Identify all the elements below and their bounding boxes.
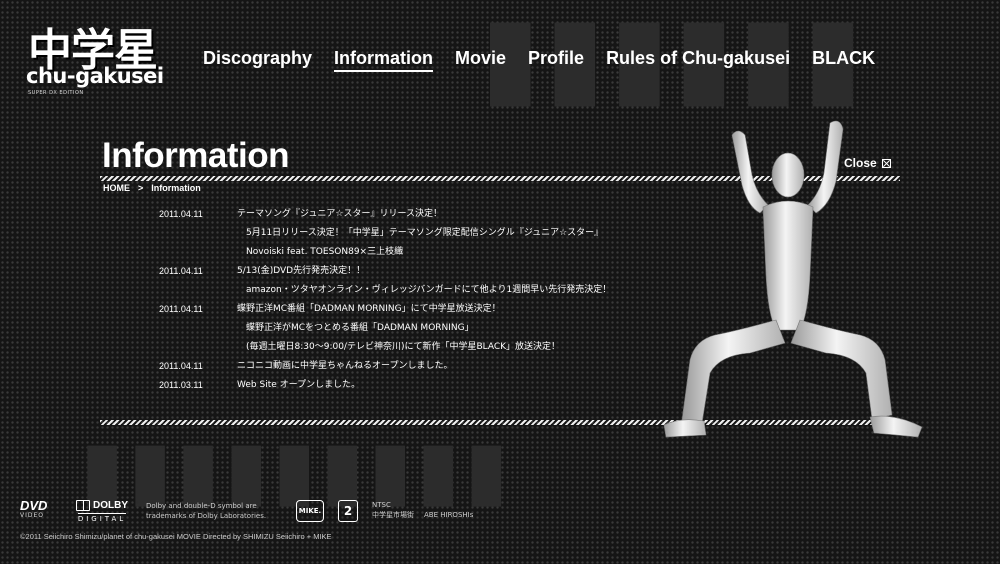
footer-logos: DVD VIDEO DOLBY DIGITAL Dolby and double… <box>20 498 473 523</box>
site-logo[interactable]: 中学星 chu-gakusei SUPER DX EDITION <box>22 14 192 98</box>
news-detail-text: Novoiski feat. TOESON89×三上枝織 <box>246 247 404 257</box>
news-date: 2011.04.11 <box>159 209 203 219</box>
news-detail: (毎週土曜日8:30～9:00/テレビ神奈川)にて新作「中学星BLACK」放送決… <box>159 343 679 352</box>
news-item: 2011.04.11 ニコニコ動画に中学星ちゃんねるオープンしました。 <box>159 362 679 371</box>
news-item: 2011.04.11 テーマソング『ジュニア☆スター』リリース決定！ <box>159 210 679 219</box>
character-figure <box>663 120 923 438</box>
news-detail: 蝶野正洋がMCをつとめる番組「DADMAN MORNING」 <box>159 324 679 333</box>
news-detail: 5月11日リリース決定！「中学星」テーマソング限定配信シングル『ジュニア☆スター… <box>159 229 679 238</box>
news-list: 2011.04.11 テーマソング『ジュニア☆スター』リリース決定！ 5月11日… <box>159 210 679 390</box>
credit-name: ABE HIROSHIs <box>424 511 474 519</box>
mike-badge: MIKE. <box>296 500 324 522</box>
nav-rules[interactable]: Rules of Chu-gakusei <box>606 48 790 72</box>
breadcrumb-separator: > <box>138 183 144 193</box>
news-item: 2011.04.11 5/13(金)DVD先行発売決定！！ <box>159 267 679 276</box>
logo-roman: chu-gakusei <box>26 64 164 88</box>
news-headline: 蝶野正洋MC番組「DADMAN MORNING」にて中学星放送決定！ <box>237 304 501 314</box>
news-date: 2011.04.11 <box>159 304 203 314</box>
dvd-sub: VIDEO <box>20 512 45 519</box>
dolby-word: DOLBY <box>93 500 128 511</box>
news-date: 2011.04.11 <box>159 266 203 276</box>
news-item: 2011.04.11 蝶野正洋MC番組「DADMAN MORNING」にて中学星… <box>159 305 679 314</box>
nav-discography[interactable]: Discography <box>203 48 312 72</box>
dvd-label: DVD <box>20 498 48 513</box>
dolby-icon <box>76 500 90 511</box>
nav-profile[interactable]: Profile <box>528 48 584 72</box>
ntsc-label: NTSC <box>372 501 391 509</box>
news-detail-text: 5月11日リリース決定！「中学星」テーマソング限定配信シングル『ジュニア☆スター… <box>246 228 604 238</box>
news-item: 2011.03.11 Web Site オープンしました。 <box>159 381 679 390</box>
news-headline: Web Site オープンしました。 <box>237 380 361 390</box>
copyright-text: ©2011 Seiichiro Shimizu/planet of chu-ga… <box>20 532 332 541</box>
nav-movie[interactable]: Movie <box>455 48 506 72</box>
news-detail-text: (毎週土曜日8:30～9:00/テレビ神奈川)にて新作「中学星BLACK」放送決… <box>246 342 561 352</box>
breadcrumb-current: Information <box>151 183 201 193</box>
dolby-digital: DIGITAL <box>77 513 127 523</box>
dvd-logo: DVD VIDEO <box>20 498 58 522</box>
main-nav: Discography Information Movie Profile Ru… <box>203 48 897 72</box>
nav-black[interactable]: BLACK <box>812 48 875 72</box>
page-title: Information <box>102 136 289 175</box>
news-headline: テーマソング『ジュニア☆スター』リリース決定！ <box>237 209 442 219</box>
news-detail: amazon・ツタヤオンライン・ヴィレッジバンガードにて他より1週間早い先行発売… <box>159 286 679 295</box>
news-headline: 5/13(金)DVD先行発売決定！！ <box>237 266 366 276</box>
news-detail: Novoiski feat. TOESON89×三上枝織 <box>159 248 679 257</box>
news-headline: ニコニコ動画に中学星ちゃんねるオープンしました。 <box>237 361 453 371</box>
news-detail-text: amazon・ツタヤオンライン・ヴィレッジバンガードにて他より1週間早い先行発売… <box>246 285 612 295</box>
breadcrumb-home[interactable]: HOME <box>103 183 130 193</box>
logo-edition: SUPER DX EDITION <box>28 90 84 96</box>
news-date: 2011.04.11 <box>159 361 203 371</box>
region-badge: 2 <box>338 500 358 522</box>
ntsc-info: NTSC 中学星市場街 ABE HIROSHIs <box>372 500 473 520</box>
dolby-logo: DOLBY DIGITAL <box>72 500 132 523</box>
news-detail-text: 蝶野正洋がMCをつとめる番組「DADMAN MORNING」 <box>246 323 474 333</box>
news-date: 2011.03.11 <box>159 380 203 390</box>
breadcrumb: HOME > Information <box>103 183 201 193</box>
nav-information[interactable]: Information <box>334 48 434 72</box>
location-label: 中学星市場街 <box>372 511 414 519</box>
dolby-trademark-note: Dolby and double-D symbol are trademarks… <box>146 502 267 520</box>
